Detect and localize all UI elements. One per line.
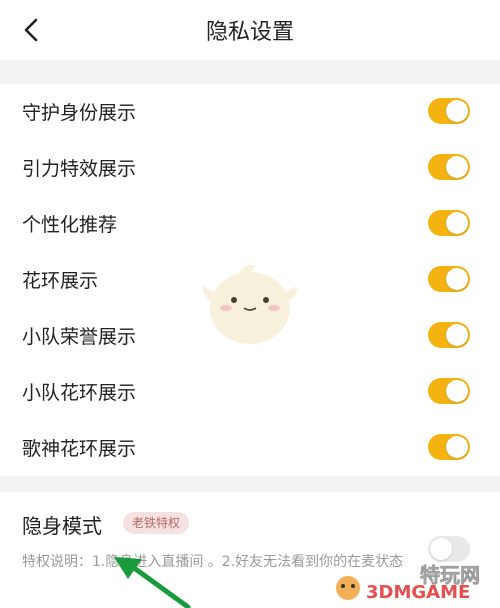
- toggle-switch[interactable]: [428, 154, 470, 180]
- toggle-knob: [446, 100, 468, 122]
- toggle-knob: [446, 324, 468, 346]
- setting-row: 歌神花环展示: [0, 420, 500, 476]
- privilege-badge: 老铁特权: [123, 512, 190, 534]
- page-title: 隐私设置: [205, 20, 294, 45]
- mascot-icon: [202, 265, 298, 344]
- setting-label: 小队花环展示: [22, 382, 137, 404]
- annotation-arrow-icon: [114, 557, 191, 608]
- toggle-knob: [446, 380, 468, 402]
- setting-label: 个性化推荐: [22, 214, 118, 236]
- setting-label: 小队荣誉展示: [22, 326, 137, 348]
- toggle-switch[interactable]: [428, 378, 470, 404]
- toggle-knob: [446, 212, 468, 234]
- toggle-knob: [446, 436, 468, 458]
- toggle-switch[interactable]: [428, 98, 470, 124]
- setting-row: 守护身份展示: [0, 84, 500, 140]
- section-divider: [0, 476, 500, 492]
- setting-label: 守护身份展示: [22, 102, 137, 124]
- setting-row: 个性化推荐: [0, 196, 500, 252]
- toggle-switch[interactable]: [428, 210, 470, 236]
- toggle-switch[interactable]: [428, 434, 470, 460]
- setting-row: 小队花环展示: [0, 364, 500, 420]
- stealth-mode-label: 隐身模式: [22, 514, 102, 538]
- setting-label: 花环展示: [22, 270, 99, 292]
- toggle-knob: [446, 268, 468, 290]
- setting-label: 歌神花环展示: [22, 438, 137, 460]
- watermark-text-2: 特玩网: [420, 563, 480, 587]
- toggle-switch[interactable]: [428, 266, 470, 292]
- section-divider: [0, 60, 500, 84]
- watermark-logo: 3DMGAME 特玩网: [336, 563, 480, 603]
- header-bar: 隐私设置: [0, 0, 500, 60]
- setting-row: 引力特效展示: [0, 140, 500, 196]
- toggle-switch[interactable]: [428, 322, 470, 348]
- setting-label: 引力特效展示: [22, 158, 137, 180]
- toggle-knob: [446, 156, 468, 178]
